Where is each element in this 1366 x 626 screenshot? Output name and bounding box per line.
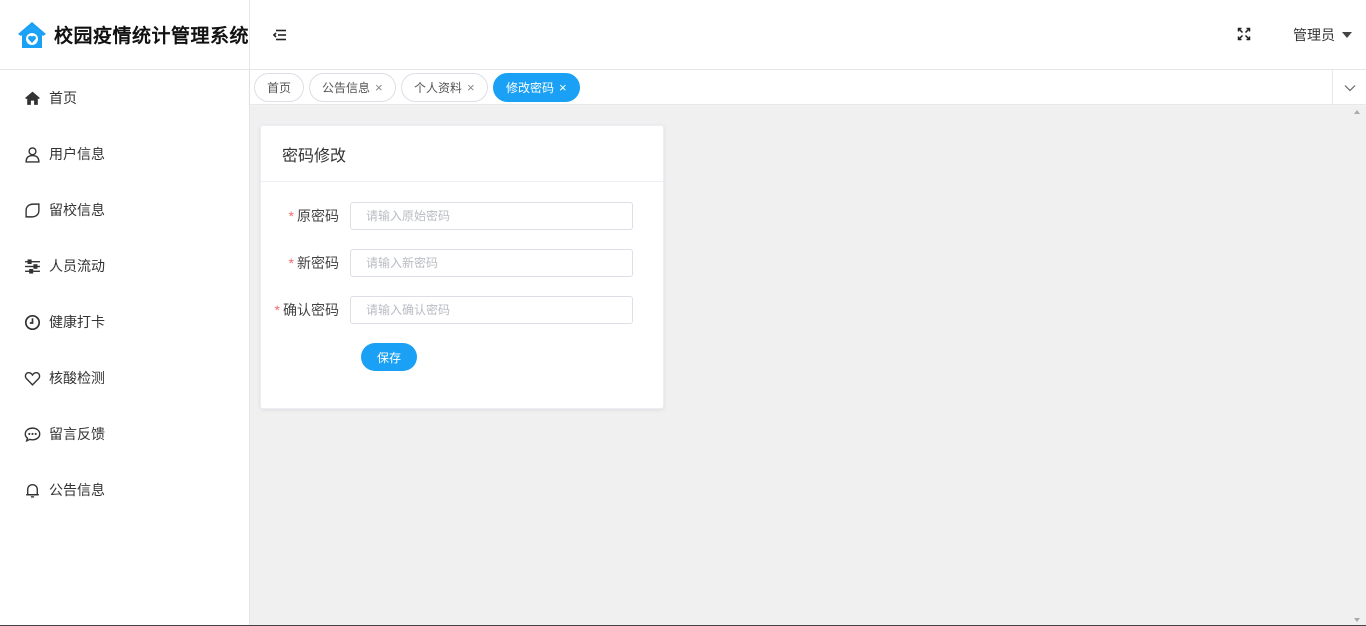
sidebar: 校园疫情统计管理系统 首页 用户信息 留校信息 人员流动 健康打卡 核酸检测 留… bbox=[0, 0, 250, 626]
sidebar-item-label: 核酸检测 bbox=[49, 370, 105, 386]
confirm-password-row: * 确认密码 bbox=[261, 296, 665, 324]
old-password-input[interactable] bbox=[350, 202, 633, 230]
tabs-more-button[interactable] bbox=[1332, 70, 1366, 105]
confirm-password-label: * 确认密码 bbox=[274, 302, 339, 318]
top-header: 管理员 bbox=[250, 0, 1366, 70]
close-icon[interactable]: × bbox=[375, 80, 383, 95]
close-icon[interactable]: × bbox=[467, 80, 475, 95]
sidebar-item-label: 健康打卡 bbox=[49, 314, 105, 330]
caret-down-icon bbox=[1342, 32, 1352, 38]
sidebar-item-health[interactable]: 健康打卡 bbox=[0, 294, 249, 350]
sidebar-item-flow[interactable]: 人员流动 bbox=[0, 238, 249, 294]
tab-profile[interactable]: 个人资料 × bbox=[401, 73, 488, 102]
tab-change-password[interactable]: 修改密码 × bbox=[493, 73, 580, 102]
sidebar-item-notice[interactable]: 公告信息 bbox=[0, 462, 249, 518]
tab-label: 个人资料 bbox=[414, 81, 463, 95]
old-password-row: * 原密码 bbox=[261, 202, 665, 230]
sidebar-item-label: 用户信息 bbox=[49, 146, 105, 162]
user-icon bbox=[23, 145, 41, 163]
tab-label: 首页 bbox=[267, 81, 292, 95]
bell-icon bbox=[23, 481, 41, 499]
sidebar-item-feedback[interactable]: 留言反馈 bbox=[0, 406, 249, 462]
clock-icon bbox=[23, 313, 41, 331]
sidebar-item-home[interactable]: 首页 bbox=[0, 70, 249, 126]
fullscreen-icon[interactable] bbox=[1237, 27, 1251, 41]
new-password-label: * 新密码 bbox=[288, 255, 339, 271]
user-name: 管理员 bbox=[1293, 27, 1335, 43]
password-card: 密码修改 *原密码 *新密码 *确认密码 保存 bbox=[260, 125, 664, 409]
chevron-down-icon bbox=[1344, 84, 1355, 91]
tab-home[interactable]: 首页 bbox=[254, 73, 305, 102]
app-title: 校园疫情统计管理系统 bbox=[54, 26, 250, 47]
sidebar-item-nucleic[interactable]: 核酸检测 bbox=[0, 350, 249, 406]
required-mark: * bbox=[288, 255, 294, 271]
required-mark: * bbox=[288, 208, 294, 224]
home-heart-logo-icon bbox=[18, 21, 46, 48]
app-root: 校园疫情统计管理系统 首页 用户信息 留校信息 人员流动 健康打卡 核酸检测 留… bbox=[0, 0, 1366, 626]
sidebar-item-label: 首页 bbox=[49, 90, 77, 106]
card-title: 密码修改 bbox=[261, 126, 663, 182]
new-password-row: * 新密码 bbox=[261, 249, 665, 277]
chat-icon bbox=[23, 425, 41, 443]
tabs-bar: 首页 公告信息 × 个人资料 × 修改密码 × bbox=[250, 70, 1366, 105]
new-password-input[interactable] bbox=[350, 249, 633, 277]
sidebar-menu: 首页 用户信息 留校信息 人员流动 健康打卡 核酸检测 留言反馈 公告信息 bbox=[0, 70, 249, 518]
tab-label: 修改密码 bbox=[506, 81, 555, 95]
scroll-down-arrow-icon[interactable] bbox=[1354, 618, 1360, 622]
scroll-up-arrow-icon[interactable] bbox=[1354, 110, 1360, 114]
sidebar-item-label: 人员流动 bbox=[49, 258, 105, 274]
heart-icon bbox=[23, 369, 41, 387]
home-icon bbox=[23, 89, 41, 107]
required-mark: * bbox=[274, 302, 280, 318]
tab-notice[interactable]: 公告信息 × bbox=[309, 73, 396, 102]
close-icon[interactable]: × bbox=[559, 80, 567, 95]
main-content: 密码修改 *原密码 *新密码 *确认密码 保存 bbox=[250, 106, 1366, 626]
menu-collapse-icon[interactable] bbox=[272, 27, 288, 43]
old-password-label: * 原密码 bbox=[288, 208, 339, 224]
confirm-password-input[interactable] bbox=[350, 296, 633, 324]
sidebar-item-label: 公告信息 bbox=[49, 482, 105, 498]
sidebar-item-label: 留校信息 bbox=[49, 202, 105, 218]
sidebar-item-label: 留言反馈 bbox=[49, 426, 105, 442]
user-dropdown[interactable]: 管理员 bbox=[1293, 25, 1352, 45]
tab-label: 公告信息 bbox=[322, 81, 371, 95]
leaf-icon bbox=[23, 201, 41, 219]
brand: 校园疫情统计管理系统 bbox=[0, 0, 249, 70]
sidebar-item-stay[interactable]: 留校信息 bbox=[0, 182, 249, 238]
save-button[interactable]: 保存 bbox=[361, 343, 417, 371]
sidebar-item-users[interactable]: 用户信息 bbox=[0, 126, 249, 182]
sliders-icon bbox=[23, 257, 41, 275]
